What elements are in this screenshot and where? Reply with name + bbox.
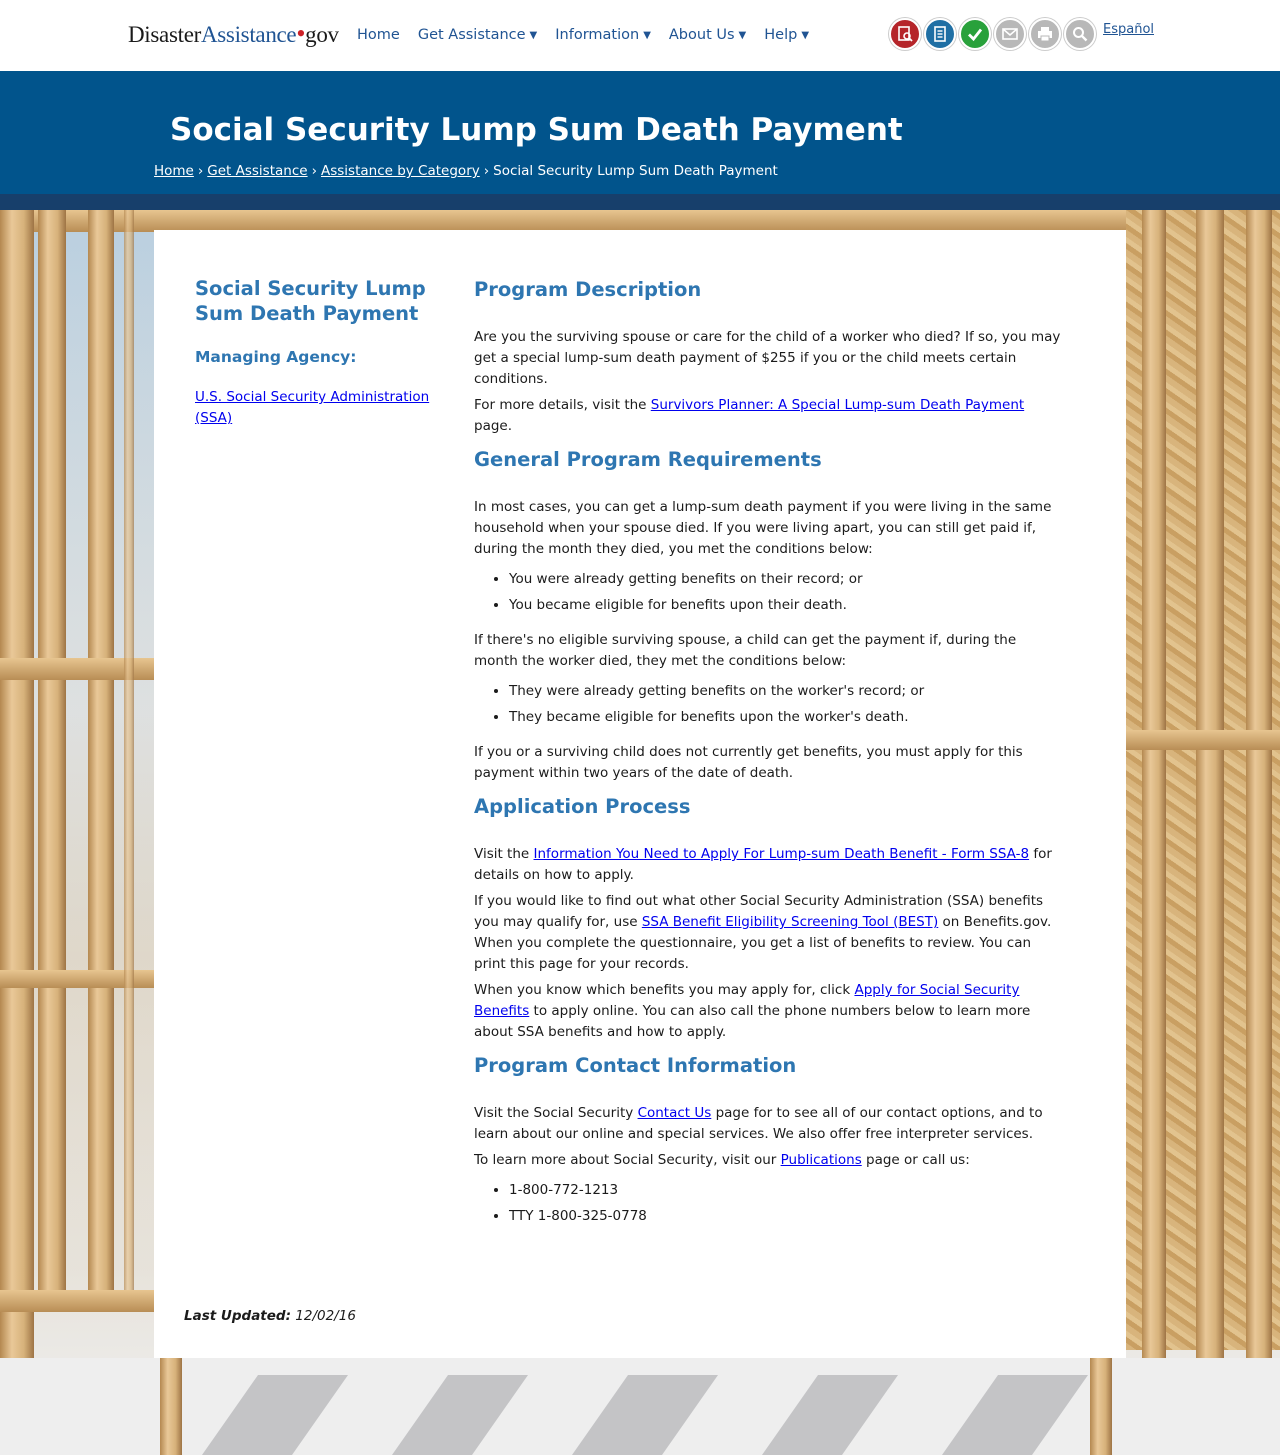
last-updated: Last Updated: 12/02/16	[184, 1308, 356, 1324]
text-fragment: For more details, visit the	[474, 397, 651, 413]
logo-text-gov: gov	[305, 22, 339, 47]
child-conditions-list: They were already getting benefits on th…	[509, 681, 1064, 728]
bg-stud	[38, 210, 66, 1310]
spouse-conditions-list: You were already getting benefits on the…	[509, 569, 1064, 616]
survivors-planner-link[interactable]: Survivors Planner: A Special Lump-sum De…	[651, 397, 1024, 413]
deadline-paragraph: If you or a surviving child does not cur…	[474, 744, 1023, 781]
page-title: Social Security Lump Sum Death Payment	[170, 112, 903, 148]
logo-text-disaster: Disaster	[128, 22, 201, 47]
chevron-down-icon: ▼	[529, 29, 538, 41]
managing-agency-link[interactable]: U.S. Social Security Administration (SSA…	[195, 389, 429, 426]
contact-heading: Program Contact Information	[474, 1054, 797, 1077]
nav-home-label: Home	[357, 27, 400, 43]
nav-information-label: Information	[555, 27, 640, 43]
chevron-down-icon: ▼	[643, 29, 651, 41]
text-fragment: page.	[474, 418, 513, 434]
text-fragment: page or call us:	[861, 1152, 970, 1168]
utility-tools	[889, 18, 1096, 50]
form-ssa-8-link[interactable]: Information You Need to Apply For Lump-s…	[534, 846, 1030, 862]
bg-plate	[1126, 730, 1280, 750]
list-item: You were already getting benefits on the…	[509, 569, 1064, 590]
nav-about-us-label: About Us	[668, 27, 735, 43]
breadcrumb-separator: ›	[197, 163, 204, 179]
sidebar-title: Social Security Lump Sum Death Payment	[195, 277, 426, 325]
chevron-down-icon: ▼	[738, 29, 747, 41]
nav-help-label: Help	[764, 27, 798, 43]
nav-get-assistance-label: Get Assistance	[417, 27, 526, 43]
list-item: They were already getting benefits on th…	[509, 681, 1064, 702]
list-item: You became eligible for benefits upon th…	[509, 595, 1064, 616]
requirements-paragraph: In most cases, you can get a lump-sum de…	[474, 499, 1052, 557]
site-header: DisasterAssistance•gov Home Get Assistan…	[0, 0, 1280, 71]
logo-text-assistance: Assistance	[200, 22, 297, 47]
print-icon[interactable]	[1029, 18, 1061, 50]
description-details-paragraph: For more details, visit the Survivors Pl…	[474, 395, 1064, 437]
phone-number: 1-800-772-1213	[509, 1180, 1064, 1201]
tty-number: TTY 1-800-325-0778	[509, 1206, 1064, 1227]
bg-stud	[0, 210, 34, 1455]
bg-stud	[88, 210, 114, 1310]
phone-list: 1-800-772-1213 TTY 1-800-325-0778	[509, 1180, 1064, 1227]
breadcrumb-get-assistance[interactable]: Get Assistance	[207, 163, 307, 179]
nav-about-us[interactable]: About Us ▼	[669, 24, 746, 46]
bg-stud	[124, 210, 134, 1290]
language-toggle-link[interactable]: Español	[1103, 22, 1154, 37]
bg-stud	[1142, 210, 1166, 1360]
search-icon[interactable]	[1064, 18, 1096, 50]
text-fragment: to apply online. You can also call the p…	[474, 1003, 1031, 1040]
contact-us-link[interactable]: Contact Us	[638, 1105, 712, 1121]
content-card: Social Security Lump Sum Death Payment M…	[154, 230, 1126, 1358]
main-nav: Home Get Assistance ▼ Information ▼ About …	[357, 24, 827, 46]
nav-get-assistance[interactable]: Get Assistance ▼	[418, 24, 537, 46]
application-paragraph-1: Visit the Information You Need to Apply …	[474, 844, 1064, 886]
chevron-down-icon: ▼	[801, 29, 810, 41]
nav-help[interactable]: Help ▼	[764, 24, 809, 46]
text-fragment: When you know which benefits you may app…	[474, 982, 855, 998]
bg-stud	[160, 1358, 182, 1455]
application-heading: Application Process	[474, 795, 691, 818]
text-fragment: Visit the Social Security	[474, 1105, 638, 1121]
bg-stud	[1246, 210, 1272, 1455]
logo-dot: •	[296, 19, 306, 48]
application-paragraph-2: If you would like to find out what other…	[474, 891, 1064, 975]
requirements-heading: General Program Requirements	[474, 448, 822, 471]
breadcrumb-separator: ›	[483, 163, 490, 179]
breadcrumb-category[interactable]: Assistance by Category	[321, 163, 480, 179]
bg-stud	[1090, 1358, 1112, 1455]
email-icon[interactable]	[994, 18, 1026, 50]
last-updated-label: Last Updated:	[184, 1308, 291, 1324]
site-logo[interactable]: DisasterAssistance•gov	[128, 20, 339, 49]
bg-top-plate	[0, 210, 1280, 232]
program-description-heading: Program Description	[474, 278, 702, 301]
publications-link[interactable]: Publications	[781, 1152, 862, 1168]
check-status-icon[interactable]	[959, 18, 991, 50]
breadcrumb-separator: ›	[311, 163, 317, 179]
breadcrumb-current: Social Security Lump Sum Death Payment	[493, 163, 778, 179]
bg-stud	[1196, 210, 1224, 1360]
managing-agency-container: U.S. Social Security Administration (SSA…	[195, 387, 445, 429]
main-content: Program Description Are you the survivin…	[474, 277, 1064, 1241]
contact-paragraph-1: Visit the Social Security Contact Us pag…	[474, 1103, 1064, 1145]
contact-paragraph-2: To learn more about Social Security, vis…	[474, 1150, 1064, 1171]
application-paragraph-3: When you know which benefits you may app…	[474, 980, 1064, 1043]
banner-divider	[0, 194, 1280, 210]
apply-checklist-icon[interactable]	[924, 18, 956, 50]
bg-plate	[0, 1290, 154, 1312]
child-paragraph: If there's no eligible surviving spouse,…	[474, 632, 1017, 669]
description-paragraph: Are you the surviving spouse or care for…	[474, 329, 1061, 387]
breadcrumb: Home › Get Assistance › Assistance by Catego…	[154, 163, 778, 179]
last-updated-date: 12/02/16	[295, 1308, 356, 1324]
list-item: They became eligible for benefits upon t…	[509, 707, 1064, 728]
text-fragment: To learn more about Social Security, vis…	[474, 1152, 781, 1168]
managing-agency-label: Managing Agency:	[195, 348, 357, 366]
text-fragment: Visit the	[474, 846, 534, 862]
best-tool-link[interactable]: SSA Benefit Eligibility Screening Tool (…	[642, 914, 938, 930]
breadcrumb-home[interactable]: Home	[154, 163, 194, 179]
nav-information[interactable]: Information ▼	[555, 24, 651, 46]
find-assistance-icon[interactable]	[889, 18, 921, 50]
nav-home[interactable]: Home	[357, 24, 400, 46]
